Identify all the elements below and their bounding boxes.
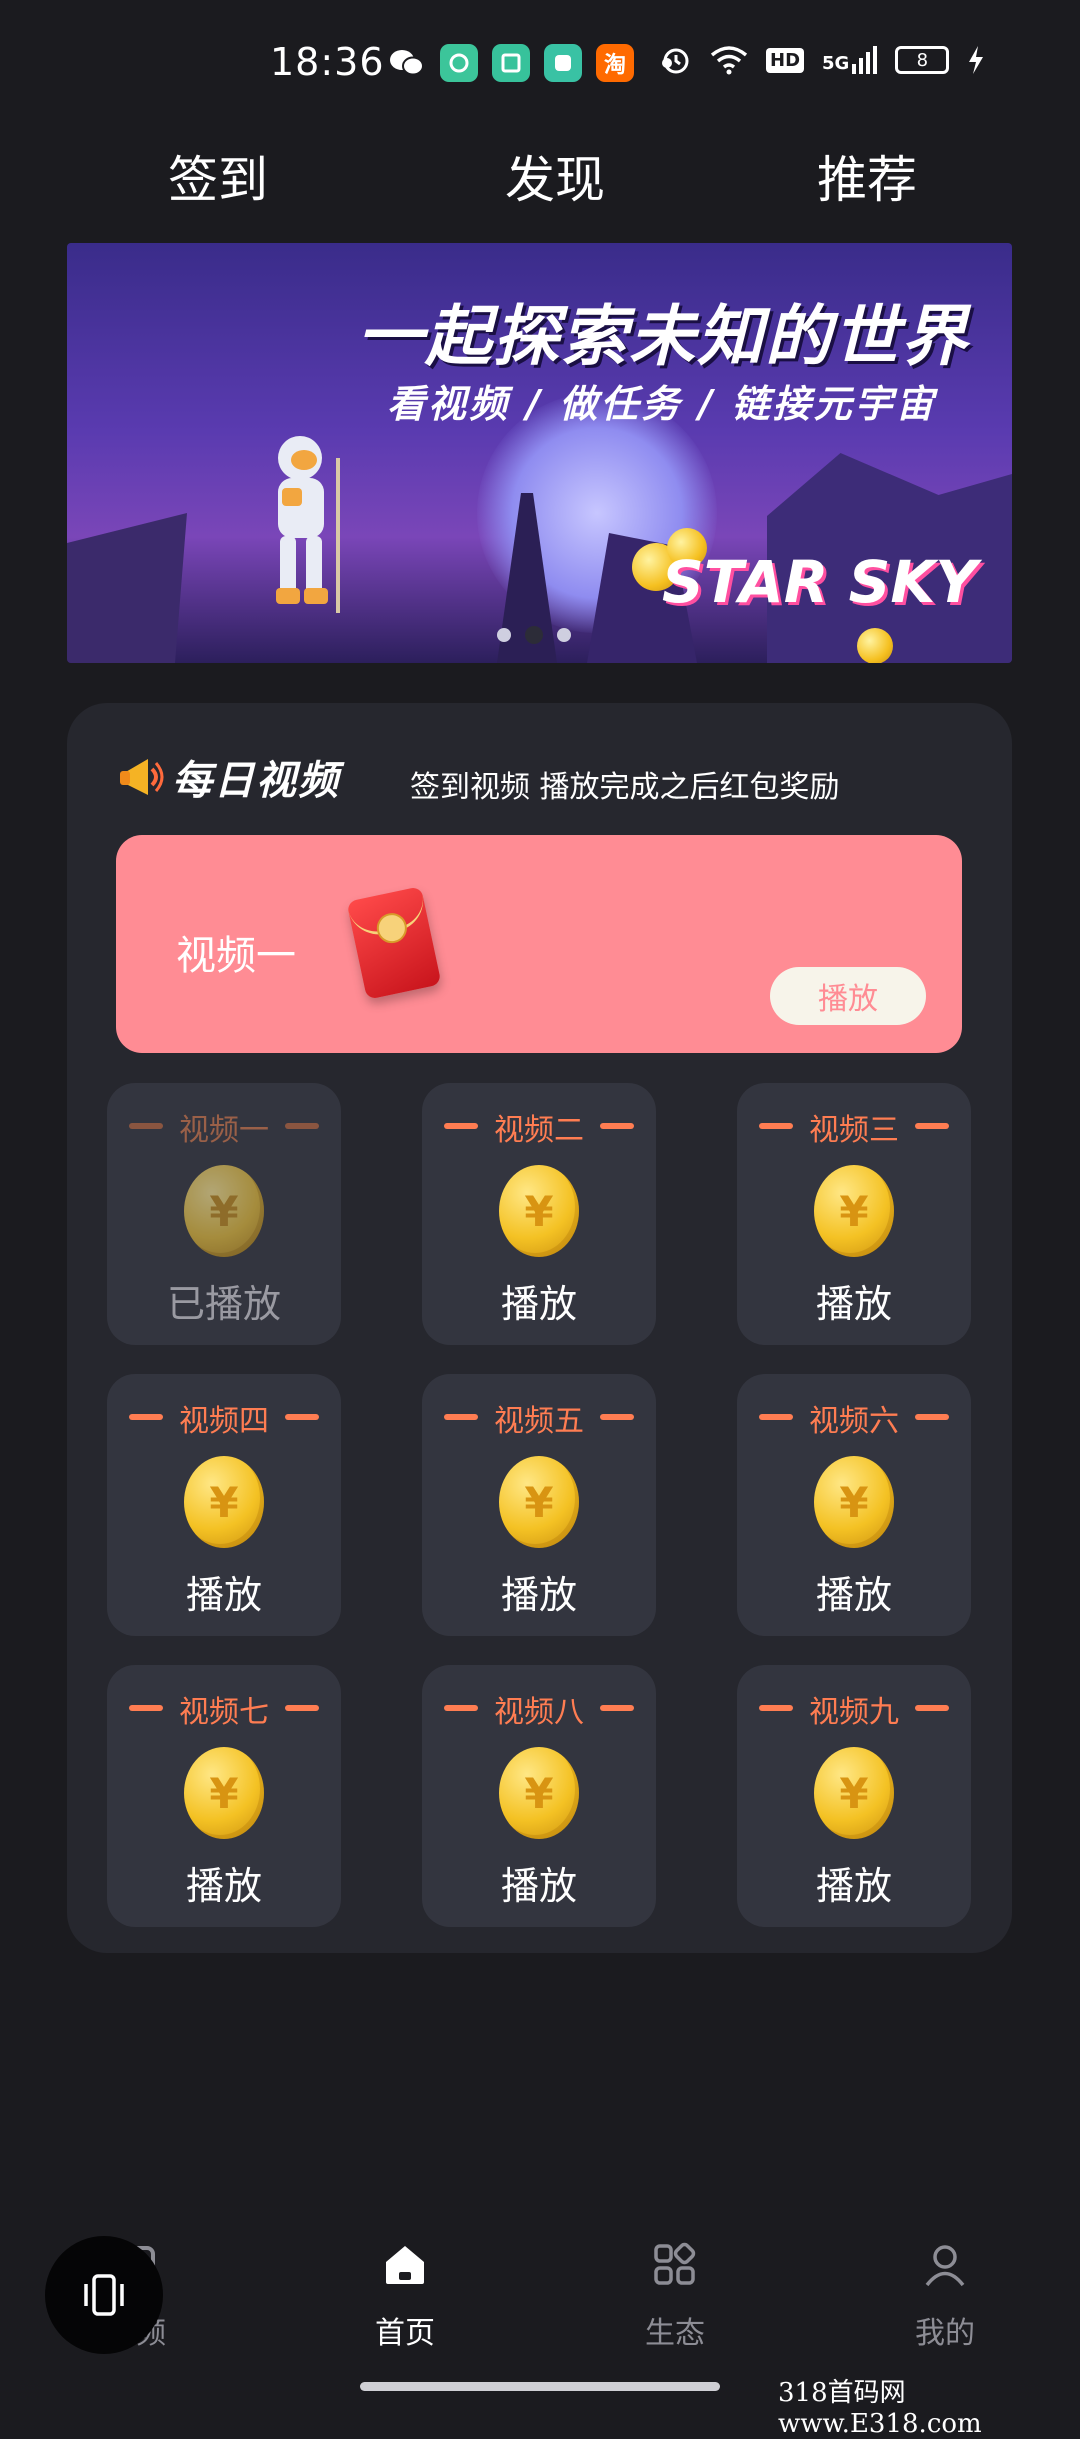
floating-vibrate-button[interactable]	[45, 2236, 163, 2354]
coin-icon: ¥	[184, 1747, 264, 1839]
alarm-icon	[663, 48, 689, 74]
vibrate-icon	[84, 2274, 124, 2316]
status-bar: 18:36 淘 HD 5G 8	[0, 0, 1080, 130]
video-tile-4[interactable]: 视频四 ¥ 播放	[107, 1374, 341, 1636]
play-button[interactable]: 播放	[737, 1564, 971, 1619]
nav-item-home[interactable]: 首页	[345, 2240, 465, 2352]
play-button[interactable]: 播放	[107, 1564, 341, 1619]
wechat-icon	[388, 44, 426, 82]
play-button[interactable]: 播放	[422, 1273, 656, 1328]
featured-video-label: 视频一	[176, 933, 296, 979]
app-notification-icon-teal	[492, 44, 530, 82]
featured-play-button[interactable]: 播放	[770, 967, 926, 1025]
coin-icon: ¥	[499, 1165, 579, 1257]
video-tile-9[interactable]: 视频九 ¥ 播放	[737, 1665, 971, 1927]
video-tile-name: 视频八	[494, 1695, 584, 1730]
coin-icon: ¥	[499, 1456, 579, 1548]
featured-video-card[interactable]: 视频一 播放	[116, 835, 962, 1053]
tab-checkin[interactable]: 签到	[168, 140, 268, 212]
watermark: 318首码网 www.E318.com	[778, 2378, 982, 2439]
taobao-icon: 淘	[596, 44, 634, 82]
play-button[interactable]: 播放	[737, 1855, 971, 1910]
pagination-dot-active[interactable]	[525, 626, 543, 644]
video-tile-name: 视频九	[809, 1695, 899, 1730]
coin-icon: ¥	[184, 1456, 264, 1548]
pagination-dot[interactable]	[557, 628, 571, 642]
system-status-icons: HD 5G 8	[660, 44, 985, 76]
video-tile-name: 视频六	[809, 1404, 899, 1439]
pagination-dot[interactable]	[497, 628, 511, 642]
play-button[interactable]: 播放	[422, 1564, 656, 1619]
banner-brand: STAR SKY	[662, 548, 978, 616]
hd-badge: HD	[766, 47, 805, 73]
video-tile-name: 视频五	[494, 1404, 584, 1439]
promo-banner[interactable]: 一起探索未知的世界 看视频 / 做任务 / 链接元宇宙 STAR SKY	[67, 243, 1012, 663]
nav-label: 生态	[645, 2316, 705, 2351]
megaphone-icon	[120, 759, 164, 795]
app-notification-icon-green	[440, 44, 478, 82]
video-tile-name: 视频二	[494, 1113, 584, 1148]
play-button[interactable]: 播放	[107, 1855, 341, 1910]
coin-icon: ¥	[814, 1456, 894, 1548]
wifi-icon	[710, 46, 748, 75]
tab-discover[interactable]: 发现	[505, 140, 605, 212]
banner-subtitle: 看视频 / 做任务 / 链接元宇宙	[387, 382, 937, 426]
banner-pagination	[497, 626, 571, 644]
video-tile-3[interactable]: 视频三 ¥ 播放	[737, 1083, 971, 1345]
nav-item-profile[interactable]: 我的	[885, 2240, 1005, 2352]
video-tile-1[interactable]: 视频一 ¥ 已播放	[107, 1083, 341, 1345]
nav-label: 我的	[915, 2316, 975, 2351]
tab-recommend[interactable]: 推荐	[817, 140, 917, 212]
video-tile-name: 视频七	[179, 1695, 269, 1730]
daily-video-description: 签到视频 播放完成之后红包奖励	[410, 770, 840, 805]
profile-icon	[925, 2245, 965, 2287]
video-tile-name: 视频三	[809, 1113, 899, 1148]
coin-icon: ¥	[814, 1747, 894, 1839]
red-envelope-icon	[346, 886, 442, 1000]
video-tile-name: 视频四	[179, 1404, 269, 1439]
coin-icon: ¥	[184, 1165, 264, 1257]
ecosystem-icon	[654, 2242, 696, 2285]
battery-icon: 8	[895, 46, 950, 74]
coin-icon: ¥	[499, 1747, 579, 1839]
home-indicator[interactable]	[360, 2382, 720, 2391]
daily-video-logo-text: 每日视频	[172, 758, 340, 804]
play-button[interactable]: 播放	[737, 1273, 971, 1328]
video-tile-2[interactable]: 视频二 ¥ 播放	[422, 1083, 656, 1345]
video-tile-8[interactable]: 视频八 ¥ 播放	[422, 1665, 656, 1927]
status-time: 18:36	[270, 40, 385, 84]
charging-icon	[969, 46, 984, 74]
banner-coin	[857, 628, 893, 663]
app-notification-icon-mint	[544, 44, 582, 82]
nav-item-ecosystem[interactable]: 生态	[615, 2240, 735, 2352]
astronaut-illustration	[276, 436, 340, 613]
played-status: 已播放	[166, 1282, 281, 1326]
signal-icon: 5G	[822, 46, 878, 74]
video-tile-6[interactable]: 视频六 ¥ 播放	[737, 1374, 971, 1636]
coin-icon: ¥	[814, 1165, 894, 1257]
play-button[interactable]: 播放	[422, 1855, 656, 1910]
banner-title: 一起探索未知的世界	[357, 298, 969, 375]
top-tab-bar: 签到 发现 推荐	[0, 140, 1080, 220]
notification-icons: 淘	[388, 44, 686, 82]
video-tile-5[interactable]: 视频五 ¥ 播放	[422, 1374, 656, 1636]
home-icon	[386, 2246, 424, 2284]
daily-video-logo: 每日视频	[118, 748, 340, 806]
nav-label: 首页	[375, 2316, 435, 2351]
video-tile-7[interactable]: 视频七 ¥ 播放	[107, 1665, 341, 1927]
video-tile-name: 视频一	[179, 1113, 269, 1148]
